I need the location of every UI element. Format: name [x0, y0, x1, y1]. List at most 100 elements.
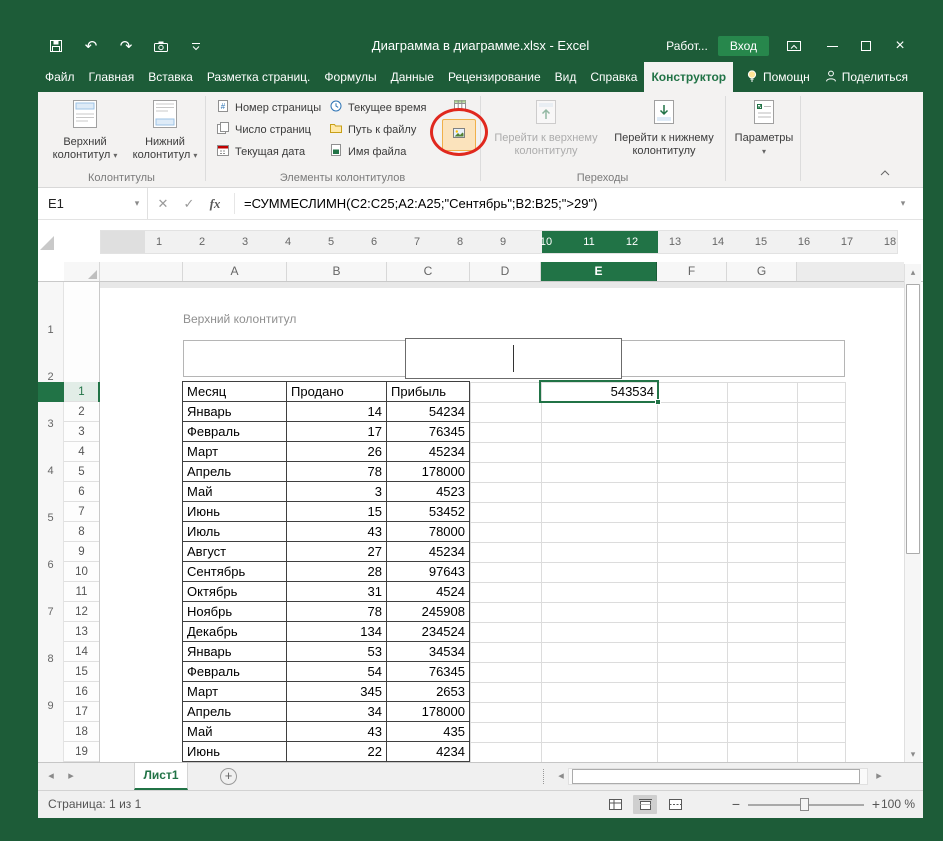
current-time-button[interactable]: Текущее время: [327, 97, 440, 118]
collapse-ribbon-button[interactable]: [879, 163, 891, 181]
page-break-button[interactable]: [663, 795, 687, 814]
row-header-12[interactable]: 12: [64, 602, 99, 622]
row-header-8[interactable]: 8: [64, 522, 99, 542]
cell-B6[interactable]: 3: [287, 482, 387, 502]
cell-B17[interactable]: 34: [287, 702, 387, 722]
cell-C10[interactable]: 97643: [387, 562, 470, 582]
sign-in-button[interactable]: Вход: [717, 36, 769, 56]
scroll-down-icon[interactable]: ▾: [905, 746, 921, 762]
cell-A15[interactable]: Февраль: [183, 662, 287, 682]
cell-C4[interactable]: 45234: [387, 442, 470, 462]
row-header-13[interactable]: 13: [64, 622, 99, 642]
row-header-3[interactable]: 3: [64, 422, 99, 442]
row-header-16[interactable]: 16: [64, 682, 99, 702]
file-path-button[interactable]: Путь к файлу: [327, 119, 440, 140]
cell-C8[interactable]: 78000: [387, 522, 470, 542]
sheet-nav-next-icon[interactable]: ▸: [62, 763, 80, 790]
cell-C14[interactable]: 34534: [387, 642, 470, 662]
name-box-dropdown-icon[interactable]: ▾: [126, 188, 148, 219]
cell-C6[interactable]: 4523: [387, 482, 470, 502]
cell-A4[interactable]: Март: [183, 442, 287, 462]
zoom-level[interactable]: 100 %: [881, 791, 915, 818]
cell-B18[interactable]: 43: [287, 722, 387, 742]
help-tab[interactable]: Помощн: [738, 69, 817, 86]
horizontal-scrollbar[interactable]: [568, 768, 868, 785]
cell-C9[interactable]: 45234: [387, 542, 470, 562]
column-header-C[interactable]: C: [387, 262, 470, 281]
cell-A16[interactable]: Март: [183, 682, 287, 702]
cell-C3[interactable]: 76345: [387, 422, 470, 442]
picture-button[interactable]: [442, 119, 476, 151]
vertical-scroll-thumb[interactable]: [906, 284, 920, 554]
ribbon-tab-Вставка[interactable]: Вставка: [141, 62, 200, 92]
page-layout-button[interactable]: [633, 795, 657, 814]
ribbon-tab-Главная[interactable]: Главная: [82, 62, 142, 92]
cell-A9[interactable]: Август: [183, 542, 287, 562]
cell-C11[interactable]: 4524: [387, 582, 470, 602]
current-date-button[interactable]: Текущая дата: [214, 141, 327, 162]
cell-B19[interactable]: 22: [287, 742, 387, 762]
cell-A10[interactable]: Сентябрь: [183, 562, 287, 582]
cell-A6[interactable]: Май: [183, 482, 287, 502]
cell-B12[interactable]: 78: [287, 602, 387, 622]
cell-C5[interactable]: 178000: [387, 462, 470, 482]
ribbon-display-options-icon[interactable]: [781, 39, 807, 53]
row-header-6[interactable]: 6: [64, 482, 99, 502]
maximize-button[interactable]: [849, 30, 883, 62]
row-header-4[interactable]: 4: [64, 442, 99, 462]
column-header-G[interactable]: G: [727, 262, 797, 281]
cell-A5[interactable]: Апрель: [183, 462, 287, 482]
cell-A18[interactable]: Май: [183, 722, 287, 742]
row-header-17[interactable]: 17: [64, 702, 99, 722]
ribbon-tab-Формулы[interactable]: Формулы: [317, 62, 383, 92]
cell-B3[interactable]: 17: [287, 422, 387, 442]
cell-B11[interactable]: 31: [287, 582, 387, 602]
ribbon-tab-Данные[interactable]: Данные: [384, 62, 441, 92]
footer-button[interactable]: Нижний колонтитул ▾: [128, 95, 202, 163]
enter-icon[interactable]: ✓: [176, 196, 202, 212]
minimize-button[interactable]: [815, 30, 849, 62]
row-header-19[interactable]: 19: [64, 742, 99, 762]
header-zone-label[interactable]: Верхний колонтитул: [183, 312, 296, 326]
cell-A12[interactable]: Ноябрь: [183, 602, 287, 622]
select-all-corner[interactable]: [64, 262, 100, 281]
column-header-A[interactable]: A: [183, 262, 287, 281]
row-header-9[interactable]: 9: [64, 542, 99, 562]
file-name-button[interactable]: Имя файла: [327, 141, 440, 162]
row-header-1[interactable]: 1: [64, 382, 99, 402]
hscroll-right-icon[interactable]: ▸: [870, 763, 888, 790]
formula-input[interactable]: =СУММЕСЛИМН(C2:C25;A2:A25;"Сентябрь";B2:…: [244, 188, 883, 219]
scroll-up-icon[interactable]: ▴: [905, 264, 921, 280]
row-header-14[interactable]: 14: [64, 642, 99, 662]
cell-B13[interactable]: 134: [287, 622, 387, 642]
cell-B14[interactable]: 53: [287, 642, 387, 662]
cell-C12[interactable]: 245908: [387, 602, 470, 622]
cell-B5[interactable]: 78: [287, 462, 387, 482]
horizontal-scroll-thumb[interactable]: [572, 769, 860, 784]
cell-B8[interactable]: 43: [287, 522, 387, 542]
cell-C16[interactable]: 2653: [387, 682, 470, 702]
cell-B15[interactable]: 54: [287, 662, 387, 682]
sheet-name-button[interactable]: [446, 96, 474, 118]
normal-view-button[interactable]: [603, 795, 627, 814]
zoom-slider-thumb[interactable]: [800, 798, 809, 811]
insert-function-icon[interactable]: fx: [202, 196, 228, 212]
zoom-out-button[interactable]: −: [728, 791, 744, 818]
row-header-18[interactable]: 18: [64, 722, 99, 742]
sheet-tab[interactable]: Лист1: [134, 763, 188, 790]
cell-A19[interactable]: Июнь: [183, 742, 287, 762]
cell-C15[interactable]: 76345: [387, 662, 470, 682]
cell-B1[interactable]: Продано: [287, 382, 387, 402]
cell-B4[interactable]: 26: [287, 442, 387, 462]
cell-B7[interactable]: 15: [287, 502, 387, 522]
cell-A2[interactable]: Январь: [183, 402, 287, 422]
cancel-icon[interactable]: ✕: [150, 196, 176, 212]
column-header-D[interactable]: D: [470, 262, 541, 281]
share-button[interactable]: Поделиться: [817, 69, 915, 86]
cell-C13[interactable]: 234524: [387, 622, 470, 642]
cell-B16[interactable]: 345: [287, 682, 387, 702]
cell-C2[interactable]: 54234: [387, 402, 470, 422]
header-button[interactable]: Верхний колонтитул ▾: [46, 95, 124, 163]
cell-C7[interactable]: 53452: [387, 502, 470, 522]
cell-A11[interactable]: Октябрь: [183, 582, 287, 602]
